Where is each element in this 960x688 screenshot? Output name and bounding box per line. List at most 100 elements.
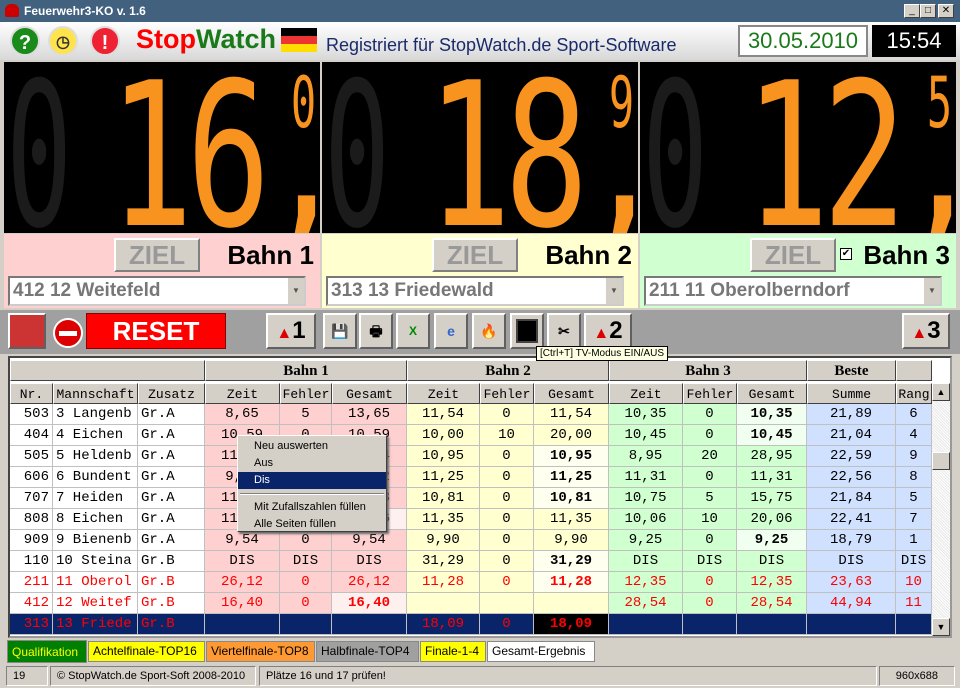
column-header[interactable]: Fehler bbox=[683, 383, 737, 404]
table-cell[interactable]: 0 bbox=[683, 530, 737, 551]
menu-item[interactable]: Mit Zufallszahlen füllen bbox=[238, 499, 386, 516]
chevron-down-icon[interactable]: ▼ bbox=[288, 278, 304, 304]
table-cell[interactable]: DIS bbox=[205, 551, 280, 572]
tab-qualifikation[interactable]: Qualifikation bbox=[7, 640, 87, 663]
table-cell[interactable]: 8 Eichen bbox=[53, 509, 138, 530]
table-cell[interactable]: 11,54 bbox=[407, 404, 480, 425]
table-cell[interactable]: 21,04 bbox=[807, 425, 896, 446]
table-cell[interactable]: 10,95 bbox=[407, 446, 480, 467]
alert-button[interactable]: ! bbox=[90, 26, 120, 56]
table-cell[interactable]: 110 bbox=[10, 551, 53, 572]
table-cell[interactable]: DIS bbox=[332, 551, 407, 572]
lane-1-ziel-button[interactable]: ZIEL bbox=[114, 238, 200, 272]
chevron-down-icon[interactable]: ▼ bbox=[606, 278, 622, 304]
table-cell[interactable]: 9,25 bbox=[737, 530, 807, 551]
lane-2-team-select[interactable]: 313 13 Friedewald ▼ bbox=[326, 276, 624, 306]
table-cell[interactable]: 13,65 bbox=[332, 404, 407, 425]
tab-achtelfinale-top16[interactable]: Achtelfinale-TOP16 bbox=[88, 641, 205, 662]
table-cell[interactable]: 1 bbox=[896, 530, 932, 551]
table-cell[interactable]: 21,89 bbox=[807, 404, 896, 425]
table-cell[interactable]: 20 bbox=[683, 446, 737, 467]
table-cell[interactable]: 0 bbox=[480, 446, 534, 467]
table-cell[interactable]: 26,12 bbox=[332, 572, 407, 593]
stopwatch-icon[interactable]: ◷ bbox=[48, 26, 78, 56]
table-cell[interactable]: 10 bbox=[683, 509, 737, 530]
table-cell[interactable]: 10,75 bbox=[609, 488, 683, 509]
help-button[interactable]: ? bbox=[10, 26, 40, 56]
column-header[interactable]: Gesamt bbox=[534, 383, 609, 404]
table-cell[interactable]: Gr.A bbox=[138, 509, 205, 530]
table-cell[interactable]: 211 bbox=[10, 572, 53, 593]
table-cell[interactable]: 10,81 bbox=[407, 488, 480, 509]
table-cell[interactable]: Gr.A bbox=[138, 425, 205, 446]
table-cell[interactable]: 31,29 bbox=[407, 551, 480, 572]
column-header[interactable]: Fehler bbox=[280, 383, 332, 404]
table-cell[interactable]: Gr.B bbox=[138, 593, 205, 614]
table-cell[interactable]: 0 bbox=[480, 530, 534, 551]
tools-icon[interactable]: ✂ bbox=[547, 313, 581, 349]
table-cell[interactable]: 606 bbox=[10, 467, 53, 488]
table-cell[interactable]: 8,95 bbox=[609, 446, 683, 467]
table-cell[interactable]: 707 bbox=[10, 488, 53, 509]
menu-item[interactable]: Alle Seiten füllen bbox=[238, 516, 386, 533]
column-header[interactable]: Rang bbox=[896, 383, 932, 404]
table-cell[interactable]: DIS bbox=[896, 551, 932, 572]
save-icon[interactable]: 💾 bbox=[323, 313, 357, 349]
lane-2-ziel-button[interactable]: ZIEL bbox=[432, 238, 518, 272]
table-cell[interactable]: 4 bbox=[896, 425, 932, 446]
table-cell[interactable]: 0 bbox=[280, 530, 332, 551]
table-cell[interactable]: 11,28 bbox=[407, 572, 480, 593]
table-cell[interactable]: 9,90 bbox=[534, 530, 609, 551]
tab-gesamt-ergebnis[interactable]: Gesamt-Ergebnis bbox=[487, 641, 595, 662]
table-cell[interactable]: 0 bbox=[683, 572, 737, 593]
table-cell[interactable] bbox=[205, 614, 280, 635]
fire-report-icon[interactable]: 🔥 bbox=[472, 313, 506, 349]
reset-button[interactable]: RESET bbox=[86, 313, 226, 349]
table-cell[interactable]: 9,90 bbox=[407, 530, 480, 551]
table-cell[interactable]: 503 bbox=[10, 404, 53, 425]
table-cell[interactable]: 0 bbox=[683, 404, 737, 425]
table-cell[interactable]: 11,31 bbox=[737, 467, 807, 488]
table-cell[interactable]: DIS bbox=[807, 551, 896, 572]
table-cell[interactable] bbox=[609, 614, 683, 635]
table-cell[interactable]: 11 Oberol bbox=[53, 572, 138, 593]
table-cell[interactable]: 0 bbox=[683, 467, 737, 488]
table-cell[interactable]: Gr.A bbox=[138, 446, 205, 467]
table-cell[interactable]: 31,29 bbox=[534, 551, 609, 572]
lane-1-up-button[interactable]: ▲1 bbox=[266, 313, 316, 349]
table-cell[interactable]: 0 bbox=[280, 572, 332, 593]
table-cell[interactable]: 10 bbox=[896, 572, 932, 593]
table-cell[interactable]: 18,09 bbox=[407, 614, 480, 635]
minimize-button[interactable]: _ bbox=[904, 4, 920, 18]
table-cell[interactable]: 412 bbox=[10, 593, 53, 614]
lane-2-up-button[interactable]: ▲2 bbox=[584, 313, 632, 349]
table-cell[interactable] bbox=[480, 593, 534, 614]
table-cell[interactable]: 10,81 bbox=[534, 488, 609, 509]
table-cell[interactable]: 9,54 bbox=[205, 530, 280, 551]
table-cell[interactable]: 10,00 bbox=[407, 425, 480, 446]
table-cell[interactable]: 10 bbox=[480, 425, 534, 446]
table-cell[interactable] bbox=[534, 593, 609, 614]
table-cell[interactable]: 11,28 bbox=[534, 572, 609, 593]
table-cell[interactable]: DIS bbox=[737, 551, 807, 572]
table-cell[interactable]: 313 bbox=[10, 614, 53, 635]
table-cell[interactable]: 909 bbox=[10, 530, 53, 551]
print-icon[interactable]: 🖶 bbox=[359, 313, 393, 349]
column-header[interactable]: Mannschaft bbox=[53, 383, 138, 404]
table-cell[interactable]: 10,45 bbox=[609, 425, 683, 446]
table-cell[interactable]: Gr.A bbox=[138, 488, 205, 509]
table-cell[interactable]: 10 Steina bbox=[53, 551, 138, 572]
table-cell[interactable]: 0 bbox=[480, 551, 534, 572]
menu-item[interactable]: Neu auswerten bbox=[238, 438, 386, 455]
table-cell[interactable]: 20,06 bbox=[737, 509, 807, 530]
table-cell[interactable]: 11,35 bbox=[534, 509, 609, 530]
table-cell[interactable]: 505 bbox=[10, 446, 53, 467]
table-cell[interactable]: 6 bbox=[896, 404, 932, 425]
table-cell[interactable]: 10,06 bbox=[609, 509, 683, 530]
table-cell[interactable]: DIS bbox=[683, 551, 737, 572]
table-cell[interactable]: 18,09 bbox=[534, 614, 609, 635]
table-cell[interactable]: 8 bbox=[896, 467, 932, 488]
column-header[interactable]: Nr. bbox=[10, 383, 53, 404]
scroll-thumb[interactable] bbox=[932, 452, 950, 470]
table-cell[interactable]: 0 bbox=[280, 593, 332, 614]
